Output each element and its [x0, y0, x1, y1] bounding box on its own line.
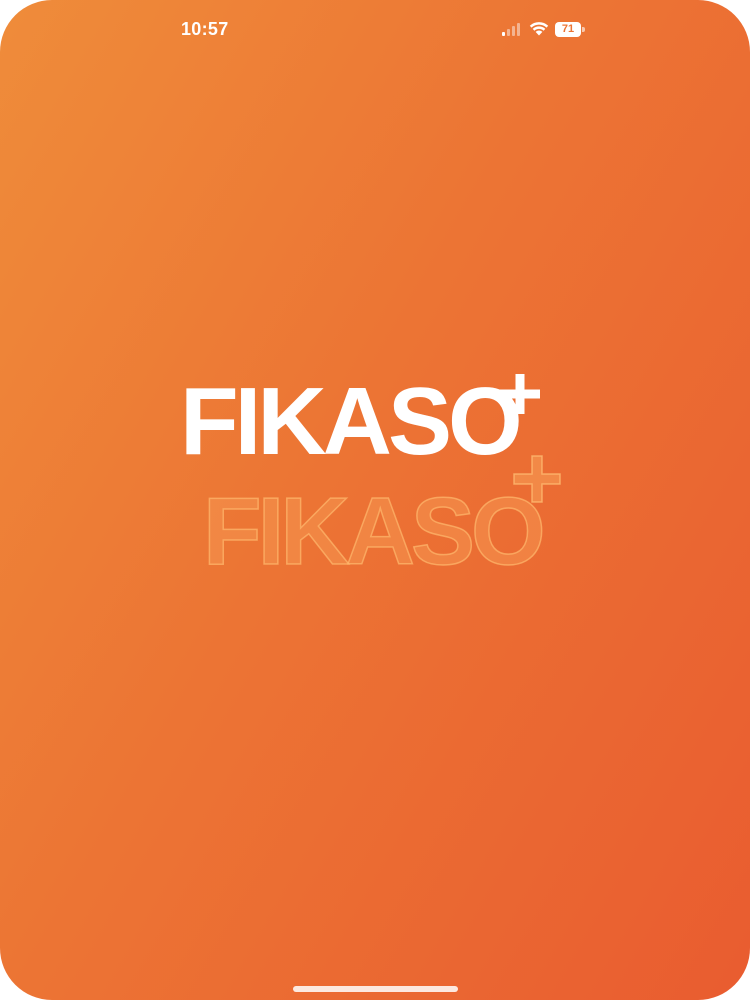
cellular-signal-icon	[502, 23, 522, 36]
logo-text: FIKASO	[180, 368, 523, 475]
wifi-icon	[529, 20, 549, 36]
status-bar: 10:57 71	[0, 0, 750, 60]
ghost-logo-text: FIKASO	[202, 478, 546, 585]
splash-screen: 10:57 71 FIKASO FIKASO	[0, 0, 750, 1000]
plus-icon	[500, 374, 540, 414]
battery-level: 71	[561, 23, 575, 35]
fikaso-logo: FIKASO	[180, 368, 560, 473]
status-time: 10:57	[181, 19, 229, 39]
home-indicator[interactable]	[293, 986, 458, 992]
battery-icon: 71	[555, 22, 585, 37]
